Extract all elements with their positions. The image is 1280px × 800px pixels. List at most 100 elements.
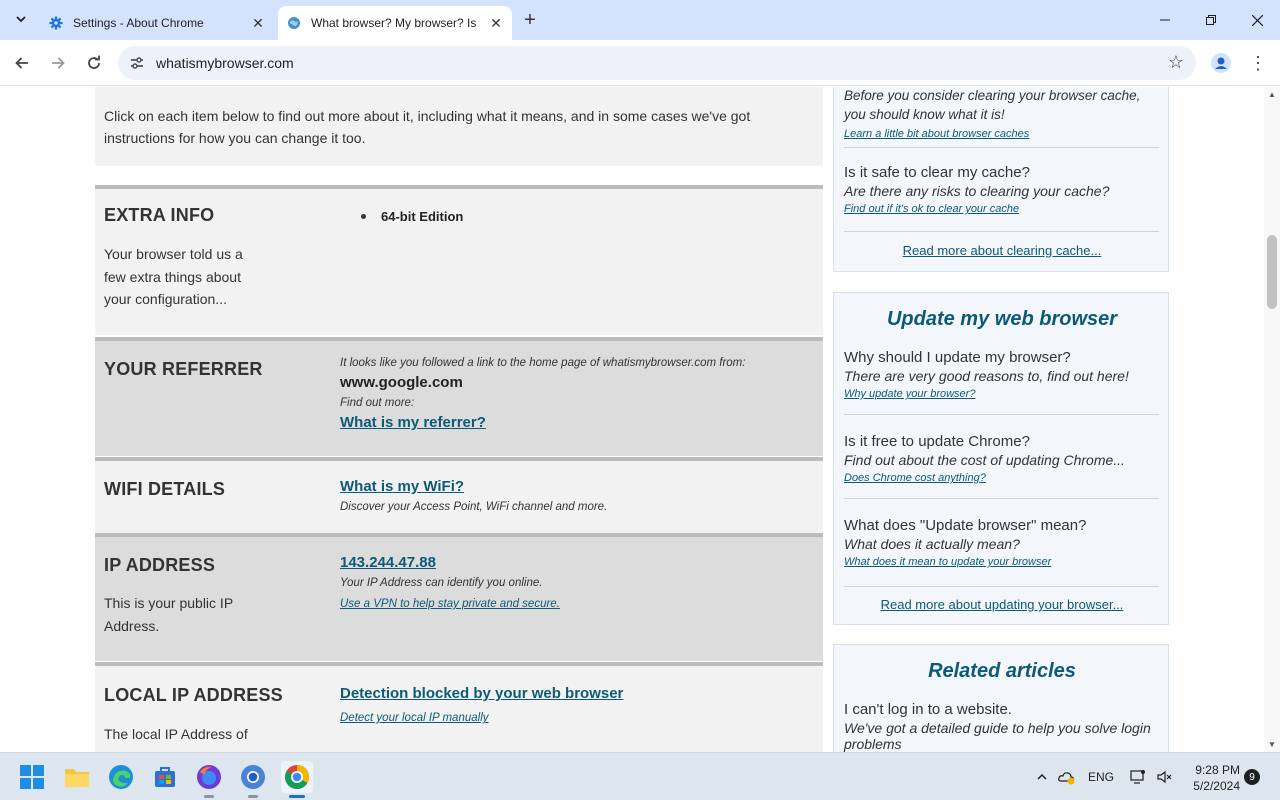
- cloud-warning-icon: [1058, 772, 1075, 785]
- reload-button[interactable]: [80, 49, 108, 77]
- update-answer: What does it actually mean?: [844, 536, 1020, 552]
- close-icon: [1251, 14, 1263, 26]
- separator: [844, 498, 1159, 499]
- scroll-up-icon[interactable]: ▲: [1268, 90, 1276, 99]
- scroll-thumb[interactable]: [1267, 235, 1277, 309]
- related-qa: I can't log in to a website. We've got a…: [844, 701, 1159, 752]
- update-question: What does "Update browser" mean?: [844, 517, 1087, 534]
- referrer-value: www.google.com: [340, 374, 463, 391]
- address-bar[interactable]: whatismybrowser.com ☆: [118, 46, 1196, 80]
- wifi-value-block: What is my WiFi? Discover your Access Po…: [340, 478, 820, 513]
- extra-info-list: 64-bit Edition: [361, 209, 463, 224]
- ip-desc: This is your public IP Address.: [104, 595, 233, 634]
- tab-whatismybrowser[interactable]: What browser? My browser? Is ✕: [278, 6, 512, 40]
- ip-address-row: IP ADDRESS This is your public IP Addres…: [95, 533, 823, 661]
- wifi-desc: Discover your Access Point, WiFi channel…: [340, 501, 608, 513]
- onedrive-warning-button[interactable]: [1056, 753, 1078, 800]
- close-window-button[interactable]: [1234, 0, 1280, 40]
- local-ip-row: LOCAL IP ADDRESS The local IP Address of…: [95, 662, 823, 752]
- referrer-lead: It looks like you followed a link to the…: [340, 357, 746, 369]
- folder-icon: [65, 769, 89, 787]
- update-sidebox: Update my web browser Why should I updat…: [833, 292, 1169, 625]
- cache-qa-partial: Before you consider clearing your browse…: [844, 87, 1159, 142]
- gear-icon: [48, 15, 64, 31]
- restore-button[interactable]: [1188, 0, 1234, 40]
- local-ip-desc: The local IP Address of: [104, 726, 248, 742]
- chevron-down-icon: [16, 16, 26, 23]
- browser-toolbar: whatismybrowser.com ☆ ⋮: [0, 40, 1280, 86]
- tab-strip: Settings - About Chrome ✕ What browser? …: [0, 0, 1280, 40]
- close-icon[interactable]: ✕: [248, 13, 268, 33]
- ip-value-link[interactable]: 143.244.47.88: [340, 554, 436, 571]
- tab-settings[interactable]: Settings - About Chrome ✕: [40, 6, 274, 40]
- url-text[interactable]: whatismybrowser.com: [156, 55, 294, 71]
- update-free-link[interactable]: Does Chrome cost anything?: [844, 472, 986, 484]
- local-ip-link[interactable]: Detection blocked by your web browser: [340, 685, 623, 702]
- vpn-link[interactable]: Use a VPN to help stay private and secur…: [340, 598, 560, 610]
- back-button[interactable]: [8, 49, 36, 77]
- extra-info-title: EXTRA INFO: [104, 205, 215, 225]
- extra-info-row: EXTRA INFO Your browser told us a few ex…: [95, 185, 823, 335]
- edge-icon: [109, 765, 133, 789]
- minimize-button[interactable]: [1142, 0, 1188, 40]
- tab-search-button[interactable]: [8, 6, 34, 32]
- related-question[interactable]: I can't log in to a website.: [844, 701, 1159, 718]
- page-scrollbar[interactable]: ▲ ▼: [1264, 87, 1280, 752]
- site-info-icon[interactable]: [126, 52, 148, 74]
- related-heading: Related articles: [928, 660, 1076, 682]
- start-button[interactable]: [16, 761, 48, 793]
- scroll-down-icon[interactable]: ▼: [1268, 740, 1276, 749]
- update-qa-why: Why should I update my browser? There ar…: [844, 349, 1159, 402]
- update-why-link[interactable]: Why update your browser?: [844, 388, 975, 400]
- language-indicator[interactable]: ENG: [1084, 753, 1118, 800]
- volume-muted-icon[interactable]: [1154, 753, 1174, 800]
- referrer-title: YOUR REFERRER: [104, 359, 263, 379]
- separator: [844, 147, 1159, 148]
- wifi-title: WIFI DETAILS: [104, 479, 226, 499]
- windows-logo-icon: [20, 765, 44, 789]
- network-icon[interactable]: [1128, 753, 1148, 800]
- restore-icon: [1206, 15, 1216, 25]
- firefox-button[interactable]: [193, 761, 225, 798]
- store-button[interactable]: [149, 761, 181, 793]
- update-qa-free: Is it free to update Chrome? Find out ab…: [844, 433, 1159, 486]
- firefox-icon: [197, 765, 221, 789]
- related-sidebox: Related articles I can't log in to a web…: [833, 644, 1169, 752]
- notification-badge[interactable]: 9: [1244, 769, 1260, 785]
- cache-safe-link[interactable]: Find out if it's ok to clear your cache: [844, 203, 1019, 215]
- update-readmore-link[interactable]: Read more about updating your browser...: [834, 597, 1170, 612]
- profile-avatar[interactable]: [1208, 50, 1234, 76]
- wifi-row: WIFI DETAILS What is my WiFi? Discover y…: [95, 457, 823, 533]
- ip-title: IP ADDRESS: [104, 555, 216, 575]
- edge-button[interactable]: [105, 761, 137, 793]
- referrer-find-more: Find out more:: [340, 397, 415, 409]
- globe-icon: [286, 15, 302, 31]
- local-ip-manual-link[interactable]: Detect your local IP manually: [340, 712, 489, 724]
- cache-sidebox: Before you consider clearing your browse…: [833, 87, 1169, 272]
- chrome-button[interactable]: [281, 761, 313, 798]
- cache-learn-link[interactable]: Learn a little bit about browser caches: [844, 128, 1029, 140]
- running-indicator: [248, 795, 258, 798]
- bookmark-star-icon[interactable]: ☆: [1168, 52, 1184, 73]
- clock-time: 9:28 PM: [1195, 763, 1240, 777]
- clock[interactable]: 9:28 PM 5/2/2024: [1180, 762, 1240, 794]
- update-heading: Update my web browser: [886, 308, 1118, 330]
- cache-answer: Are there any risks to clearing your cac…: [844, 183, 1110, 199]
- arrow-left-icon: [15, 57, 28, 69]
- update-meaning-link[interactable]: What does it mean to update your browser: [844, 556, 1051, 568]
- person-icon: [1211, 53, 1231, 73]
- update-qa-meaning: What does "Update browser" mean? What do…: [844, 517, 1159, 570]
- forward-button[interactable]: [44, 49, 72, 77]
- ip-note: Your IP Address can identify you online.: [340, 577, 543, 589]
- wifi-link[interactable]: What is my WiFi?: [340, 478, 464, 495]
- more-menu-icon[interactable]: ⋮: [1246, 50, 1270, 76]
- cache-readmore-link[interactable]: Read more about clearing cache...: [834, 243, 1170, 258]
- referrer-row: YOUR REFERRER It looks like you followed…: [95, 337, 823, 456]
- chrome-alt-button[interactable]: [237, 761, 269, 798]
- close-icon[interactable]: ✕: [486, 13, 506, 33]
- show-hidden-icons-button[interactable]: [1032, 753, 1052, 800]
- new-tab-button[interactable]: +: [518, 8, 542, 32]
- file-explorer-button[interactable]: [61, 761, 93, 793]
- referrer-link[interactable]: What is my referrer?: [340, 414, 486, 431]
- extra-info-desc: Your browser told us a few extra things …: [104, 246, 243, 307]
